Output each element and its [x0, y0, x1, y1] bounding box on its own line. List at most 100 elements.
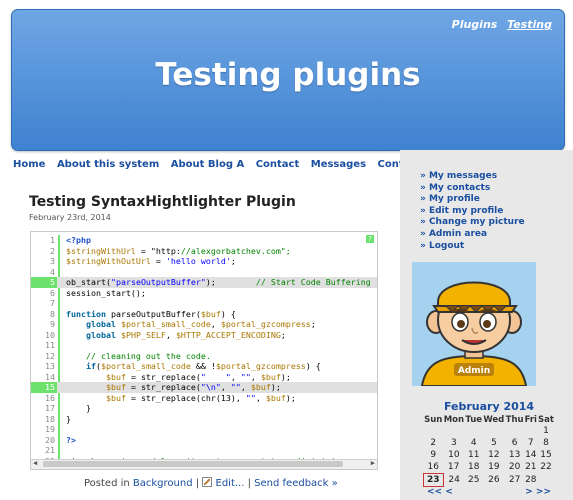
nav-home[interactable]: Home	[13, 159, 45, 170]
calendar-day[interactable]: 24	[443, 474, 465, 487]
nav-contact[interactable]: Contact	[256, 159, 300, 170]
calendar-day[interactable]: 8	[537, 437, 554, 449]
footer-separator: |	[195, 478, 200, 489]
calendar-weekday: Sun	[424, 415, 443, 425]
menu-logout[interactable]: Logout	[420, 241, 525, 253]
code-text: session_start();	[66, 287, 146, 298]
calendar-weekday: Tue	[465, 415, 483, 425]
calendar-next[interactable]: > >>	[525, 487, 551, 497]
code-line: 8 function parseOutputBuffer($buf) {	[31, 308, 377, 319]
send-feedback-link[interactable]: Send feedback »	[254, 478, 338, 489]
calendar-day[interactable]: 21	[524, 461, 537, 474]
code-line: 18}	[31, 413, 377, 424]
top-link-testing[interactable]: Testing	[507, 18, 552, 31]
edit-link[interactable]: Edit...	[216, 478, 245, 489]
calendar-weekday: Thu	[505, 415, 524, 425]
menu-my-messages[interactable]: My messages	[420, 171, 525, 183]
menu-admin-area[interactable]: Admin area	[420, 229, 525, 241]
code-text: ?>	[66, 434, 76, 445]
avatar[interactable]: Admin	[412, 262, 536, 386]
line-number: 16	[45, 392, 55, 403]
code-line: 17 }	[31, 403, 377, 414]
menu-change-picture[interactable]: Change my picture	[420, 217, 525, 229]
menu-my-profile[interactable]: My profile	[420, 194, 525, 206]
calendar-weekday: Wed	[483, 415, 505, 425]
code-text: global $PHP_SELF, $HTTP_ACCEPT_ENCODING;	[85, 329, 286, 340]
code-line: 13 if($portal_small_code && !$portal_gzc…	[31, 361, 377, 372]
menu-my-contacts[interactable]: My contacts	[420, 183, 525, 195]
user-menu: My messages My contacts My profile Edit …	[420, 171, 525, 252]
nav-about-blog[interactable]: About Blog A	[171, 159, 244, 170]
posted-in-label: Posted in	[84, 478, 130, 489]
calendar-day[interactable]: 16	[424, 461, 444, 474]
top-link-plugins[interactable]: Plugins	[452, 18, 498, 31]
calendar-weekday: Sat	[537, 415, 554, 425]
line-number: 5	[50, 277, 55, 287]
calendar-day[interactable]: 13	[505, 449, 524, 461]
calendar-prev[interactable]: << <	[427, 487, 453, 497]
scroll-thumb[interactable]	[43, 461, 343, 467]
line-number: 3	[50, 256, 55, 266]
code-line: 6 session_start();	[31, 287, 377, 298]
code-line: 15 $buf = str_replace("\n", "", $buf);	[31, 382, 377, 393]
calendar-day[interactable]: 23	[423, 473, 444, 487]
calendar-day	[524, 425, 537, 437]
calendar-day[interactable]: 1	[537, 425, 554, 437]
line-number: 2	[50, 245, 55, 256]
line-number: 4	[50, 266, 55, 277]
code-text: $stringWithOutUrl = 'hello world';	[66, 256, 236, 266]
category-link[interactable]: Background	[133, 478, 193, 489]
calendar-day[interactable]: 18	[465, 461, 483, 474]
calendar-day[interactable]: 14	[524, 449, 537, 461]
post-title[interactable]: Testing SyntaxHightlighter Plugin	[29, 194, 296, 210]
calendar-day[interactable]: 25	[465, 474, 483, 487]
code-text: <?php	[66, 235, 91, 245]
calendar-day[interactable]: 28	[524, 474, 537, 487]
nav-about-system[interactable]: About this system	[57, 159, 159, 170]
calendar-day[interactable]: 7	[524, 437, 537, 449]
calendar-day[interactable]: 27	[505, 474, 524, 487]
calendar-day[interactable]: 2	[424, 437, 444, 449]
code-line: 16 $buf = str_replace(chr(13), "", $buf)…	[31, 392, 377, 403]
calendar-day[interactable]: 10	[443, 449, 465, 461]
calendar-nav: << < > >>	[423, 487, 555, 497]
line-number: 12	[45, 350, 55, 361]
code-line: 9 global $portal_small_code, $portal_gzc…	[31, 319, 377, 330]
calendar-day[interactable]: 5	[483, 437, 505, 449]
calendar-day[interactable]: 6	[505, 437, 524, 449]
calendar-month: February 2014	[443, 400, 535, 413]
calendar-day[interactable]: 20	[505, 461, 524, 474]
code-text: }	[66, 413, 71, 424]
calendar-day[interactable]: 15	[537, 449, 554, 461]
calendar-day[interactable]: 26	[483, 474, 505, 487]
code-text: $buf = str_replace(" ", "", $buf);	[105, 371, 291, 382]
calendar-day	[465, 425, 483, 437]
line-number: 7	[50, 298, 55, 308]
scroll-left-icon[interactable]: ◀	[33, 459, 37, 467]
calendar-day	[505, 425, 524, 437]
calendar-day[interactable]: 11	[465, 449, 483, 461]
calendar-day[interactable]: 22	[537, 461, 554, 474]
nav-messages[interactable]: Messages	[311, 159, 366, 170]
menu-edit-profile[interactable]: Edit my profile	[420, 206, 525, 218]
horizontal-scrollbar[interactable]: ◀ ▶	[31, 459, 377, 469]
line-number: 15	[45, 382, 55, 392]
line-number: 9	[50, 319, 55, 329]
code-line: 11	[31, 340, 377, 351]
scroll-right-icon[interactable]: ▶	[371, 459, 375, 467]
calendar-day[interactable]: 19	[483, 461, 505, 474]
calendar-day[interactable]: 9	[424, 449, 444, 461]
code-text: $buf = str_replace(chr(13), "", $buf);	[105, 392, 296, 403]
calendar-day[interactable]: 12	[483, 449, 505, 461]
calendar-weekday: Fri	[524, 415, 537, 425]
admin-avatar-image: Admin	[412, 262, 536, 386]
calendar-day[interactable]: 4	[465, 437, 483, 449]
code-text: if($portal_small_code && !$portal_gzcomp…	[85, 361, 321, 371]
calendar-day[interactable]: 3	[443, 437, 465, 449]
line-number: 18	[45, 413, 55, 424]
code-text: ob_start("parseOutputBuffer"); // Start …	[66, 277, 371, 287]
code-text: }	[66, 403, 91, 413]
code-line: 2 $stringWithUrl = "http://alexgorbatchev…	[31, 245, 377, 256]
calendar-day	[537, 474, 554, 487]
calendar-day[interactable]: 17	[443, 461, 465, 474]
